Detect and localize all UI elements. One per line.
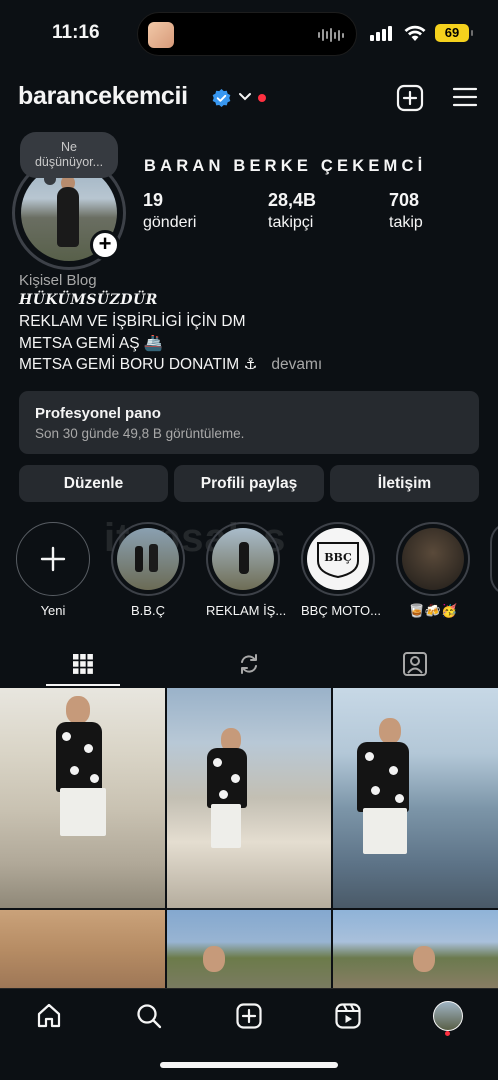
dynamic-island[interactable] <box>137 12 357 56</box>
active-tab-indicator <box>46 684 120 686</box>
highlight-reklam[interactable]: REKLAM İŞ... <box>206 522 287 618</box>
wifi-icon <box>404 25 426 41</box>
stat-followers[interactable]: 28,4B takipçi <box>268 190 316 232</box>
bio-line-last: METSA GEMİ BORU DONATIM ⚓ devamı <box>19 355 322 374</box>
stat-posts[interactable]: 19 gönderi <box>143 190 196 232</box>
bio-line: REKLAM VE İŞBİRLİGİ İÇİN DM <box>19 313 246 330</box>
highlight-label: REKLAM İŞ... <box>206 603 287 618</box>
highlight-label: Yeni <box>40 603 66 618</box>
nav-profile[interactable] <box>431 999 465 1033</box>
edit-profile-button[interactable]: Düzenle <box>19 465 168 502</box>
bio-line: METSA GEMİ AŞ 🚢 <box>19 335 164 352</box>
stat-following[interactable]: 708 takip <box>389 190 423 232</box>
profile-avatar <box>433 1001 463 1031</box>
tab-grid[interactable] <box>0 640 166 688</box>
note-line-2: düşünüyor... <box>34 155 104 169</box>
note-bubble[interactable]: Ne düşünüyor... <box>20 132 118 185</box>
highlight-partial[interactable] <box>490 522 498 596</box>
verified-badge-icon <box>212 89 231 108</box>
post-thumbnail[interactable] <box>0 910 165 988</box>
post-grid <box>0 688 498 988</box>
username[interactable]: barancekemcii <box>18 82 188 111</box>
now-playing-thumb <box>148 22 174 48</box>
note-line-1: Ne <box>61 140 77 154</box>
stat-posts-label: gönderi <box>143 214 197 231</box>
notification-dot <box>258 94 266 102</box>
status-time: 11:16 <box>52 22 100 43</box>
add-story-plus-icon[interactable]: + <box>90 230 120 260</box>
highlight-bbc-moto[interactable]: BBÇ BBÇ MOTO... <box>301 522 381 618</box>
stat-followers-label: takipçi <box>268 214 314 231</box>
stat-followers-value: 28,4B <box>268 190 317 210</box>
menu-icon[interactable] <box>452 86 478 108</box>
reels-icon <box>335 1003 361 1029</box>
search-icon <box>137 1004 162 1029</box>
dashboard-title: Profesyonel pano <box>35 405 161 422</box>
highlight-cover <box>402 528 464 590</box>
post-thumbnail[interactable] <box>333 910 498 988</box>
profile-header: barancekemcii <box>0 72 498 124</box>
bio-more-link[interactable]: devamı <box>271 356 322 373</box>
reels-repost-icon <box>241 654 257 674</box>
bio-line: HÜKÜMSÜZDÜR <box>19 292 158 308</box>
plus-icon <box>40 546 66 572</box>
stat-following-label: takip <box>389 214 423 231</box>
dashboard-subtitle: Son 30 günde 49,8 B görüntüleme. <box>35 426 245 441</box>
post-thumbnail[interactable] <box>167 688 331 908</box>
status-bar: 11:16 69 <box>0 0 498 66</box>
profile-category: Kişisel Blog <box>19 272 97 289</box>
highlight-new[interactable]: Yeni <box>16 522 90 618</box>
highlight-party[interactable]: 🥃🍻🥳 <box>396 522 470 619</box>
home-indicator[interactable] <box>160 1062 338 1068</box>
home-icon <box>37 1003 61 1028</box>
highlight-label: 🥃🍻🥳 <box>408 603 458 618</box>
highlight-cover <box>212 528 274 590</box>
nav-create[interactable] <box>232 999 266 1033</box>
battery-indicator: 69 <box>435 24 473 42</box>
highlight-bbc[interactable]: B.B.Ç <box>111 522 185 618</box>
tagged-icon <box>403 652 427 676</box>
chevron-down-icon[interactable] <box>238 92 252 102</box>
nav-search[interactable] <box>132 999 166 1033</box>
cellular-signal-icon <box>370 26 392 41</box>
post-thumbnail[interactable] <box>167 910 331 988</box>
post-thumbnail[interactable] <box>0 688 165 908</box>
tab-tagged[interactable] <box>332 640 498 688</box>
nav-reels[interactable] <box>331 999 365 1033</box>
highlight-label: B.B.Ç <box>131 603 165 618</box>
highlight-cover: BBÇ <box>307 528 369 590</box>
stat-posts-value: 19 <box>143 190 164 210</box>
professional-dashboard[interactable]: Profesyonel pano Son 30 günde 49,8 B gör… <box>19 391 479 454</box>
display-name: BARAN BERKE ÇEKEMCİ <box>144 157 427 175</box>
share-profile-button[interactable]: Profili paylaş <box>174 465 324 502</box>
bbc-logo-text: BBÇ <box>324 551 352 564</box>
create-icon <box>236 1003 262 1029</box>
notification-dot <box>445 1031 450 1036</box>
profile-tabs <box>0 640 498 688</box>
create-post-icon[interactable] <box>396 84 424 112</box>
stat-following-value: 708 <box>389 190 420 210</box>
bbc-logo-icon: BBÇ <box>317 542 359 579</box>
grid-icon <box>73 654 93 674</box>
bio-line: METSA GEMİ BORU DONATIM ⚓ <box>19 356 258 373</box>
highlight-new-ring <box>16 522 90 596</box>
contact-button[interactable]: İletişim <box>330 465 479 502</box>
nav-home[interactable] <box>32 999 66 1033</box>
post-thumbnail[interactable] <box>333 688 498 908</box>
audio-wave-icon <box>318 27 344 43</box>
tab-reposts[interactable] <box>166 640 332 688</box>
highlight-label: BBÇ MOTO... <box>301 603 381 618</box>
highlight-cover <box>117 528 179 590</box>
